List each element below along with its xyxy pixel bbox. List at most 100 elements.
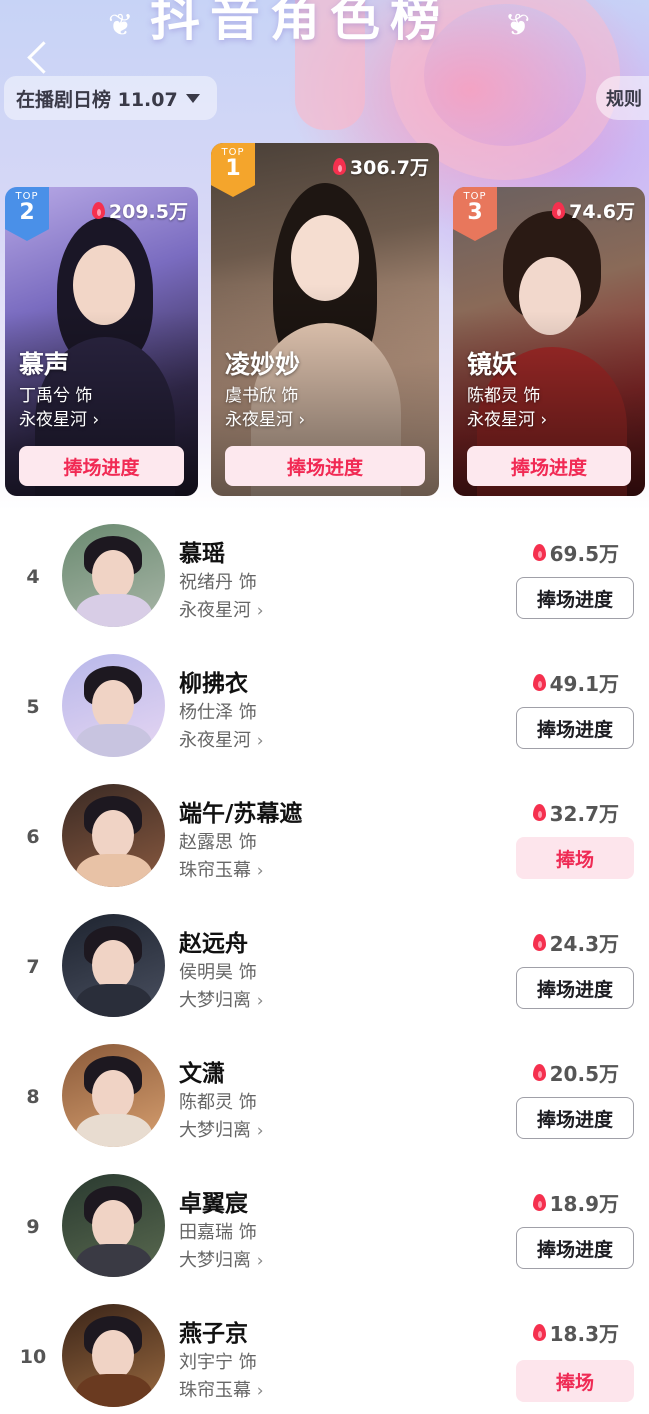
date-selector[interactable]: 在播剧日榜 11.07 [4, 76, 217, 120]
drama-name: 大梦归离 [179, 990, 251, 1011]
list-item[interactable]: 5 柳拂衣 杨仕泽 饰 永夜星河 › 49.1万 捧场进度 [0, 654, 649, 784]
avatar-face [92, 1330, 134, 1380]
list-item[interactable]: 4 慕瑶 祝绪丹 饰 永夜星河 › 69.5万 捧场进度 [0, 524, 649, 654]
avatar-body [76, 984, 152, 1017]
support-progress-button[interactable]: 捧场进度 [225, 446, 425, 486]
heat-value: 24.3万 [532, 928, 619, 957]
rank-number: 6 [26, 826, 40, 848]
avatar-face [92, 1200, 134, 1250]
role-name: 燕子京 [179, 1321, 248, 1347]
chevron-right-icon: › [256, 601, 264, 621]
role-name: 柳拂衣 [179, 671, 248, 697]
support-progress-button[interactable]: 捧场进度 [516, 577, 634, 619]
chevron-right-icon: › [256, 1251, 264, 1271]
flame-icon [532, 804, 546, 821]
drama-link[interactable]: 永夜星河 › [179, 596, 264, 622]
support-progress-button[interactable]: 捧场进度 [19, 446, 184, 486]
drama-link[interactable]: 大梦归离 › [179, 1246, 264, 1272]
caret-down-icon [185, 93, 200, 103]
drama-link[interactable]: 大梦归离 › [179, 1116, 264, 1142]
drama-name: 永夜星河 [179, 600, 251, 621]
actor-name: 陈都灵 饰 [179, 1092, 257, 1113]
role-name: 端午/苏幕遮 [179, 801, 303, 827]
support-button[interactable]: 捧场 [516, 1360, 634, 1402]
role-name: 赵远舟 [179, 931, 248, 957]
character-ranking-page: ❦ 抖音角色榜 ❦ 在播剧日榜 11.07 规则 TOP 2 209.5万 慕声… [0, 0, 649, 1414]
heat-value: 209.5万 [91, 197, 188, 224]
support-progress-button[interactable]: 捧场进度 [467, 446, 631, 486]
top-card-2[interactable]: TOP 2 209.5万 慕声 丁禹兮 饰 永夜星河 › 捧场进度 [5, 187, 198, 496]
list-item[interactable]: 8 文潇 陈都灵 饰 大梦归离 › 20.5万 捧场进度 [0, 1044, 649, 1174]
support-progress-button[interactable]: 捧场进度 [516, 1227, 634, 1269]
heat-value: 32.7万 [532, 798, 619, 827]
drama-link[interactable]: 永夜星河 › [179, 726, 264, 752]
flame-icon [91, 202, 105, 219]
support-button[interactable]: 捧场 [516, 837, 634, 879]
role-name: 慕瑶 [179, 541, 225, 567]
rank-number: 9 [26, 1216, 40, 1238]
avatar-face [92, 940, 134, 990]
list-item[interactable]: 6 端午/苏幕遮 赵露思 饰 珠帘玉幕 › 32.7万 捧场 [0, 784, 649, 914]
flame-icon [532, 934, 546, 951]
actor-name: 侯明昊 饰 [179, 962, 257, 983]
drama-link[interactable]: 大梦归离 › [179, 986, 264, 1012]
drama-link[interactable]: 珠帘玉幕 › [179, 856, 264, 882]
heat-text: 18.9万 [549, 1192, 619, 1216]
support-progress-button[interactable]: 捧场进度 [516, 1097, 634, 1139]
drama-link[interactable]: 珠帘玉幕 › [179, 1376, 264, 1402]
avatar-body [76, 854, 152, 887]
list-item[interactable]: 10 燕子京 刘宇宁 饰 珠帘玉幕 › 18.3万 捧场 [0, 1304, 649, 1414]
heat-text: 49.1万 [549, 672, 619, 696]
chevron-right-icon: › [298, 410, 306, 430]
avatar-face [92, 680, 134, 730]
support-progress-button[interactable]: 捧场进度 [516, 707, 634, 749]
flame-icon [532, 674, 546, 691]
avatar-face [92, 1070, 134, 1120]
chevron-right-icon: › [256, 861, 264, 881]
drama-link[interactable]: 永夜星河 › [225, 405, 305, 430]
drama-name: 大梦归离 [179, 1120, 251, 1141]
avatar [62, 784, 165, 887]
drama-name: 珠帘玉幕 [179, 1380, 251, 1401]
actor-name: 祝绪丹 饰 [179, 572, 257, 593]
avatar-body [76, 1244, 152, 1277]
rank-number: 1 [225, 156, 241, 181]
heat-value: 18.9万 [532, 1188, 619, 1217]
chevron-right-icon: › [256, 731, 264, 751]
avatar-face [92, 550, 134, 600]
avatar [62, 1044, 165, 1147]
list-item[interactable]: 7 赵远舟 侯明昊 饰 大梦归离 › 24.3万 捧场进度 [0, 914, 649, 1044]
laurel-left-icon: ❦ [108, 8, 134, 43]
actor-name: 杨仕泽 饰 [179, 702, 257, 723]
avatar-body [76, 1374, 152, 1407]
heat-text: 69.5万 [549, 542, 619, 566]
rank-number: 2 [19, 200, 35, 225]
avatar-body [76, 594, 152, 627]
heat-value: 18.3万 [532, 1318, 619, 1347]
actor-name: 田嘉瑞 饰 [179, 1222, 257, 1243]
list-item[interactable]: 9 卓翼宸 田嘉瑞 饰 大梦归离 › 18.9万 捧场进度 [0, 1174, 649, 1304]
avatar-body [76, 724, 152, 757]
top-card-1[interactable]: TOP 1 306.7万 凌妙妙 虞书欣 饰 永夜星河 › 捧场进度 [211, 143, 439, 496]
chevron-right-icon: › [92, 410, 100, 430]
support-progress-button[interactable]: 捧场进度 [516, 967, 634, 1009]
avatar-body [76, 1114, 152, 1147]
rules-link[interactable]: 规则 [596, 76, 649, 120]
role-name: 镜妖 [467, 350, 518, 379]
role-name: 卓翼宸 [179, 1191, 248, 1217]
actor-name: 赵露思 饰 [179, 832, 257, 853]
actor-name: 虞书欣 饰 [225, 386, 299, 406]
drama-link[interactable]: 永夜星河 › [467, 405, 547, 430]
avatar [62, 524, 165, 627]
flame-icon [532, 1324, 546, 1341]
drama-name: 珠帘玉幕 [179, 860, 251, 881]
heat-text: 18.3万 [549, 1322, 619, 1346]
top-card-3[interactable]: TOP 3 74.6万 镜妖 陈都灵 饰 永夜星河 › 捧场进度 [453, 187, 645, 496]
drama-name: 大梦归离 [179, 1250, 251, 1271]
heat-text: 209.5万 [108, 201, 188, 223]
drama-link[interactable]: 永夜星河 › [19, 405, 99, 430]
chevron-right-icon: › [256, 1121, 264, 1141]
back-button[interactable] [22, 40, 56, 78]
avatar [62, 914, 165, 1017]
avatar [62, 654, 165, 757]
